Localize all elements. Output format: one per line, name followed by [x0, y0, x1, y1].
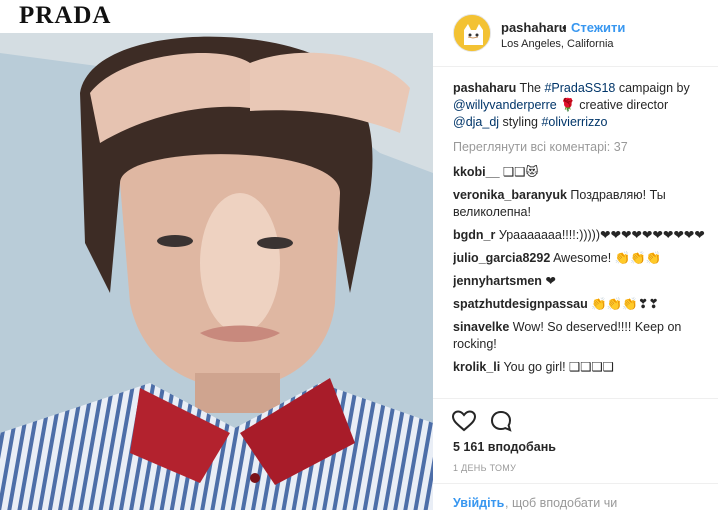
comment-icon[interactable] — [489, 409, 515, 433]
follow-button[interactable]: Стежити — [571, 20, 625, 35]
comment-username[interactable]: julio_garcia8292 — [453, 251, 550, 265]
comment-text: 👏👏👏❣❣ — [587, 297, 659, 311]
comment-item: julio_garcia8292 Awesome! 👏👏👏 — [453, 250, 708, 267]
caption-text: styling — [499, 115, 542, 129]
comment-username[interactable]: veronika_baranyuk — [453, 188, 567, 202]
brand-logo: PRADA — [19, 2, 112, 29]
avatar[interactable] — [453, 14, 491, 52]
comment-item: jennyhartsmen ❤ — [453, 273, 708, 290]
photo-illustration — [0, 33, 433, 510]
comment-username[interactable]: sinavelke — [453, 320, 509, 334]
comment-item: bgdn_r Урааааааа!!!!:)))))❤❤❤❤❤❤❤❤❤❤ — [453, 227, 708, 244]
comment-username[interactable]: jennyhartsmen — [453, 274, 542, 288]
login-link[interactable]: Увійдіть — [453, 496, 504, 510]
post-time: 1 ДЕНЬ ТОМУ — [453, 463, 517, 473]
caption-username[interactable]: pashaharu — [453, 81, 516, 95]
comment-item: kkobi__ ❑❑😻 — [453, 164, 708, 181]
comment-item: spatzhutdesignpassau 👏👏👏❣❣ — [453, 296, 708, 313]
cat-avatar-icon — [454, 15, 490, 51]
mention-link[interactable]: @dja_dj — [453, 115, 499, 129]
caption-text: The — [516, 81, 545, 95]
comment-username[interactable]: spatzhutdesignpassau — [453, 297, 588, 311]
post-sidebar: pashaharu • Стежити Los Angeles, Califor… — [433, 0, 718, 510]
header-username[interactable]: pashaharu — [501, 20, 567, 35]
comment-username[interactable]: krolik_li — [453, 360, 500, 374]
heart-icon[interactable] — [451, 409, 477, 433]
mention-link[interactable]: @willyvanderperre — [453, 98, 557, 112]
separator-dot: • — [562, 20, 567, 35]
comment-item: sinavelke Wow! So deserved!!!! Keep on r… — [453, 319, 708, 353]
view-all-comments-link[interactable]: Переглянути всі коментарі: 37 — [453, 139, 708, 156]
comment-text: Урааааааа!!!!:)))))❤❤❤❤❤❤❤❤❤❤ — [495, 228, 705, 242]
post-header: pashaharu • Стежити Los Angeles, Califor… — [433, 0, 718, 67]
comment-text: You go girl! ❑❑❑❑ — [500, 360, 614, 374]
login-prompt: Увійдіть , щоб вподобати чи — [433, 483, 718, 510]
location-link[interactable]: Los Angeles, California — [501, 38, 614, 50]
post-photo: PRADA — [0, 0, 433, 510]
login-prompt-text: , щоб вподобати чи — [505, 496, 618, 510]
comment-username[interactable]: bgdn_r — [453, 228, 495, 242]
hashtag-link[interactable]: #PradaSS18 — [544, 81, 615, 95]
comment-item: veronika_baranyuk Поздравляю! Ты великол… — [453, 187, 708, 221]
hashtag-link[interactable]: #olivierrizzo — [541, 115, 607, 129]
comment-text: Awesome! 👏👏👏 — [550, 251, 662, 265]
caption-text: 🌹 creative director — [556, 98, 669, 112]
comment-text: ❑❑😻 — [499, 165, 539, 179]
caption: pashaharu The #PradaSS18 campaign by @wi… — [453, 80, 708, 131]
likes-count[interactable]: 5 161 вподобань — [453, 440, 556, 454]
comment-item: krolik_li You go girl! ❑❑❑❑ — [453, 359, 708, 376]
post-actions — [433, 398, 718, 438]
comments-section[interactable]: pashaharu The #PradaSS18 campaign by @wi… — [453, 80, 708, 398]
comment-username[interactable]: kkobi__ — [453, 165, 500, 179]
comment-text: ❤ — [541, 274, 556, 288]
caption-text: campaign by — [615, 81, 690, 95]
